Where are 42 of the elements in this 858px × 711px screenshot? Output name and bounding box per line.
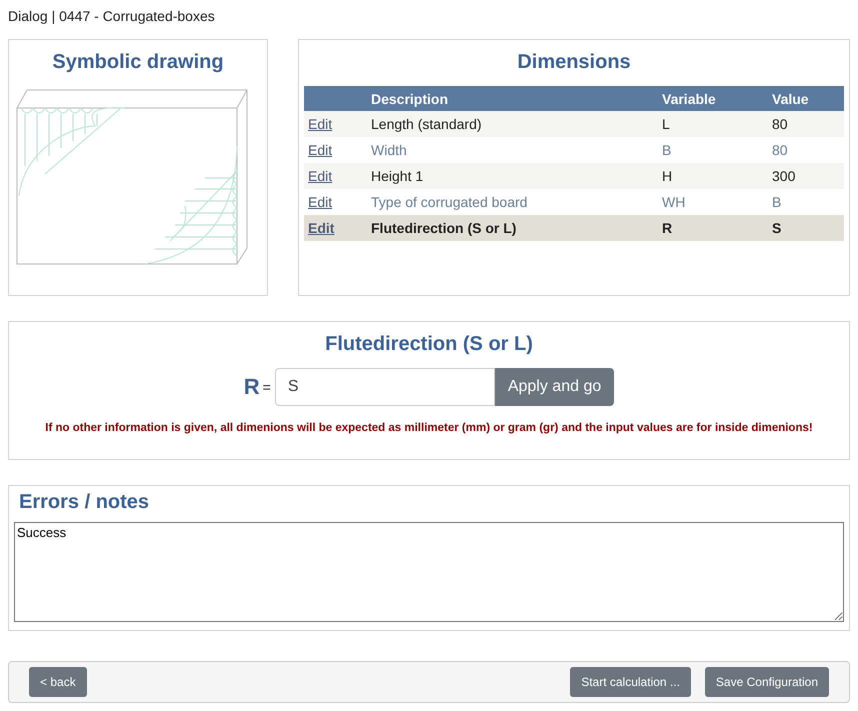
table-cell-text: B <box>771 194 782 210</box>
edit-link[interactable]: Edit <box>308 116 332 132</box>
table-cell-text: Height 1 <box>370 168 424 184</box>
panel-title: Errors / notes <box>19 491 150 514</box>
table-cell-text: Width <box>370 142 408 158</box>
table-cell-text: Flutedirection (S or L) <box>370 220 518 236</box>
column-header: Description <box>370 90 450 106</box>
equals-sign: = <box>262 379 271 395</box>
variable-label: R <box>244 374 260 400</box>
table-cell-text: 80 <box>771 116 789 132</box>
value-input[interactable]: S <box>274 368 495 406</box>
footer-button[interactable]: Start calculation ... <box>570 667 691 697</box>
table-cell-text: Length (standard) <box>370 116 483 132</box>
window-title: Dialog | 0447 - Corrugated-boxes <box>8 8 216 24</box>
edit-link[interactable]: Edit <box>308 220 334 236</box>
edit-link[interactable]: Edit <box>308 168 332 184</box>
column-header: Value <box>771 90 810 106</box>
table-cell-text: Type of corrugated board <box>370 194 528 210</box>
notes-textarea[interactable]: Success <box>14 522 844 622</box>
table-row[interactable]: Edit Height 1 H 300 <box>304 163 844 189</box>
edit-link[interactable]: Edit <box>308 194 332 210</box>
table-cell-text: WH <box>661 194 686 210</box>
column-header: Variable <box>661 90 717 106</box>
footer-button[interactable]: Save Configuration <box>704 667 829 697</box>
notice-text: If no other information is given, all dimenions will be expected as millimeter (mm) or gram (gr) and the input values are for inside dimenions! <box>44 422 814 434</box>
table-cell-text: B <box>661 142 672 158</box>
table-row[interactable]: Edit Length (standard) L 80 <box>304 111 844 137</box>
table-row[interactable]: Edit Flutedirection (S or L) R S <box>304 215 844 241</box>
table-cell-text: S <box>771 220 782 236</box>
table-cell-text: R <box>661 220 674 236</box>
table-cell-text: 80 <box>771 142 789 158</box>
edit-link[interactable]: Edit <box>308 142 332 158</box>
table-cell-text: L <box>661 116 671 132</box>
table-cell-text: 300 <box>771 168 796 184</box>
back-button[interactable]: < back <box>29 667 87 697</box>
panel-title: Flutedirection (S or L) <box>324 333 534 356</box>
panel-title: Symbolic drawing <box>52 51 224 74</box>
table-row[interactable]: Edit Type of corrugated board WH B <box>304 189 844 215</box>
apply-button[interactable]: Apply and go <box>494 368 614 406</box>
table-cell-text: H <box>661 168 674 184</box>
panel-title: Dimensions <box>516 51 632 74</box>
table-row[interactable]: Edit Width B 80 <box>304 137 844 163</box>
